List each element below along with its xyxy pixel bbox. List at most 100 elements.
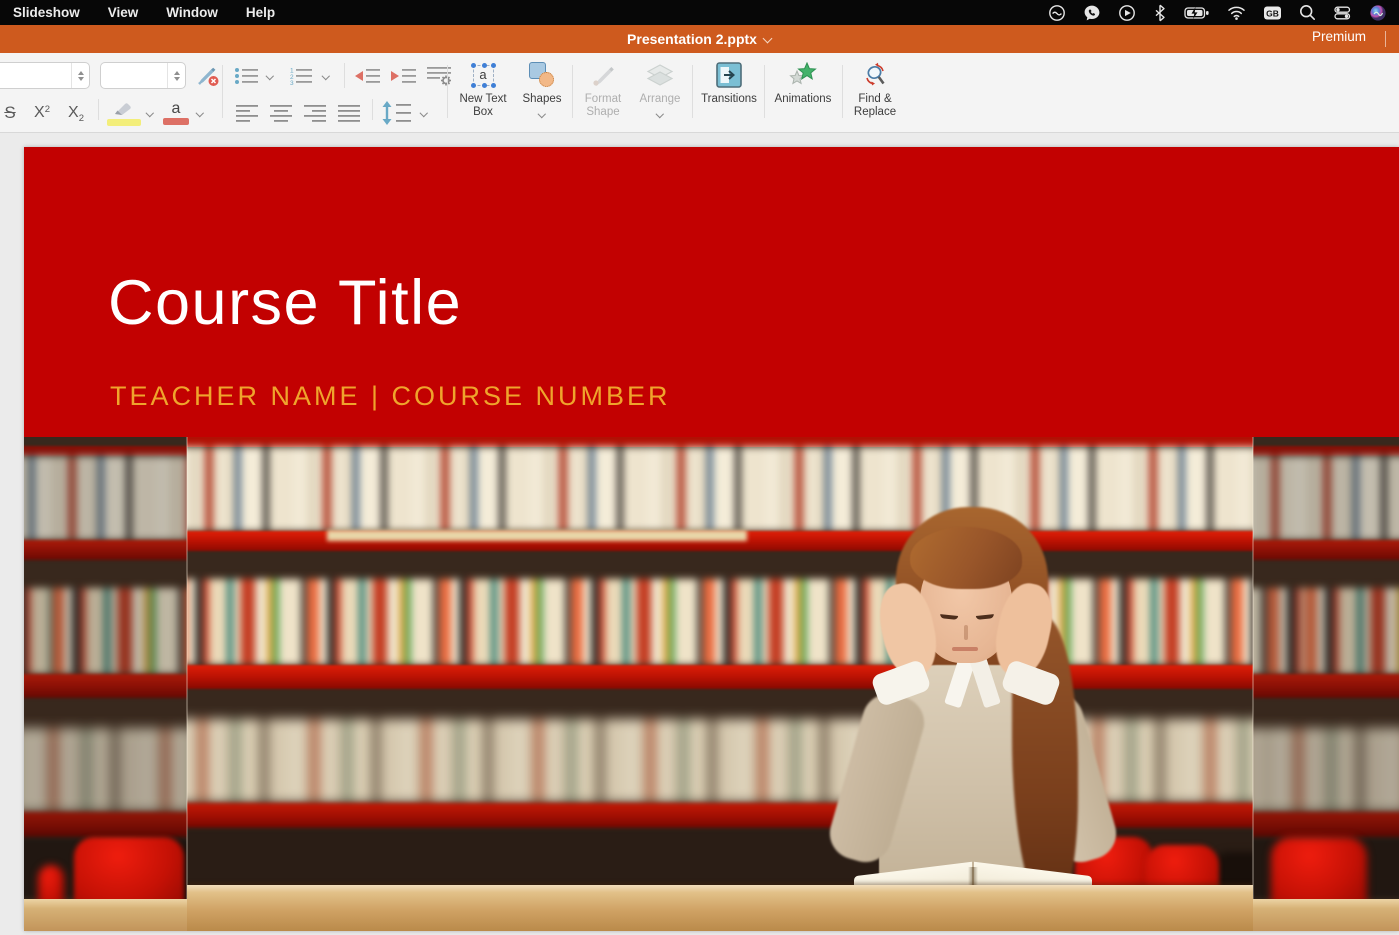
- slide[interactable]: Course Title TEACHER NAME | COURSE NUMBE…: [24, 147, 1399, 931]
- animations-label: Animations: [774, 93, 832, 105]
- line-spacing-dropdown[interactable]: [416, 105, 428, 121]
- paragraph-settings-button[interactable]: [424, 64, 456, 88]
- nose: [964, 625, 968, 640]
- document-title-text: Presentation 2.pptx: [627, 31, 757, 47]
- justify-button[interactable]: [336, 101, 364, 125]
- shapes-icon: [529, 61, 555, 89]
- toolbar-divider: [692, 65, 693, 118]
- menu-slideshow[interactable]: Slideshow: [13, 5, 80, 20]
- photo-right-strip: [1253, 437, 1399, 931]
- menu-bar: Slideshow View Window Help GB: [0, 0, 1399, 25]
- slide-title-textbox[interactable]: Course Title: [108, 267, 462, 339]
- title-bar: Presentation 2.pptx Premium: [0, 25, 1399, 53]
- toolbar-divider: [842, 65, 843, 118]
- titlebar-divider: [1385, 31, 1386, 47]
- increase-indent-button[interactable]: [388, 64, 420, 88]
- photo-seam: [1252, 437, 1254, 931]
- svg-text:GB: GB: [1266, 8, 1279, 18]
- ribbon-toolbar: S X2 X2 a 1 2 3 a New Text Box Shapes Fo…: [0, 53, 1399, 133]
- align-center-button[interactable]: [268, 101, 296, 125]
- menu-view[interactable]: View: [108, 5, 139, 20]
- toolbar-divider: [222, 65, 223, 118]
- toolbar-divider: [98, 99, 99, 120]
- battery-charging-icon[interactable]: [1184, 4, 1210, 22]
- arrange-label: Arrange: [639, 93, 681, 105]
- mouth: [952, 647, 978, 651]
- bluetooth-icon[interactable]: [1153, 4, 1167, 22]
- highlight-color-dropdown[interactable]: [142, 103, 154, 123]
- editing-canvas: Course Title TEACHER NAME | COURSE NUMBE…: [0, 134, 1399, 935]
- desk-wood: [187, 885, 1253, 931]
- creative-cloud-icon[interactable]: [1048, 4, 1066, 22]
- wifi-icon[interactable]: [1227, 4, 1246, 21]
- animations-icon: [788, 61, 818, 89]
- desk-wood: [24, 899, 187, 931]
- photo-main: [187, 437, 1253, 931]
- new-text-box-label: New Text Box: [459, 93, 507, 119]
- toolbar-divider: [344, 63, 345, 88]
- subscript-button[interactable]: X2: [62, 99, 90, 127]
- toolbar-divider: [764, 65, 765, 118]
- numbered-list-dropdown[interactable]: [318, 68, 330, 84]
- decrease-indent-button[interactable]: [352, 64, 384, 88]
- find-replace-label: Find & Replace: [853, 93, 897, 119]
- shapes-button[interactable]: Shapes: [516, 61, 568, 127]
- line-spacing-button[interactable]: [380, 99, 414, 127]
- document-title[interactable]: Presentation 2.pptx: [627, 31, 772, 47]
- slide-subtitle-textbox[interactable]: TEACHER NAME | COURSE NUMBER: [110, 381, 671, 412]
- font-size-stepper[interactable]: [167, 63, 185, 88]
- control-center-icon[interactable]: [1333, 4, 1352, 22]
- app-window: Slideshow View Window Help GB Presentati…: [0, 0, 1399, 935]
- find-replace-button[interactable]: Find & Replace: [846, 61, 904, 127]
- viber-icon[interactable]: [1083, 4, 1101, 22]
- menu-help[interactable]: Help: [246, 5, 275, 20]
- desk-wood: [1253, 899, 1399, 931]
- transitions-button[interactable]: Transitions: [698, 61, 760, 127]
- library-photo[interactable]: [24, 437, 1399, 931]
- bullet-list-dropdown[interactable]: [262, 68, 274, 84]
- chevron-down-icon: [657, 111, 663, 117]
- bullet-list-button[interactable]: [232, 64, 262, 88]
- align-left-button[interactable]: [234, 101, 262, 125]
- media-play-icon[interactable]: [1118, 4, 1136, 22]
- menu-window[interactable]: Window: [166, 5, 218, 20]
- align-right-button[interactable]: [302, 101, 330, 125]
- format-shape-button[interactable]: Format Shape: [576, 61, 630, 127]
- toolbar-divider: [447, 65, 448, 118]
- numbered-list-button[interactable]: 1 2 3: [286, 64, 316, 88]
- font-size-combo[interactable]: [100, 62, 186, 89]
- chevron-down-icon: [539, 111, 545, 117]
- font-color-letter: a: [171, 99, 181, 117]
- photo-seam: [186, 437, 188, 931]
- chevron-down-icon: [764, 33, 772, 41]
- font-color-button[interactable]: a: [160, 97, 192, 129]
- photo-left-strip: [24, 437, 187, 931]
- transitions-icon: [716, 61, 742, 89]
- clear-formatting-button[interactable]: [194, 64, 220, 88]
- toolbar-divider: [572, 65, 573, 118]
- premium-button[interactable]: Premium: [1312, 29, 1366, 44]
- animations-button[interactable]: Animations: [770, 61, 836, 127]
- siri-icon[interactable]: [1369, 4, 1387, 22]
- find-replace-icon: [862, 61, 889, 89]
- svg-text:3: 3: [290, 80, 294, 86]
- spotlight-search-icon[interactable]: [1299, 4, 1316, 21]
- bangs: [910, 527, 1022, 589]
- superscript-button[interactable]: X2: [28, 99, 56, 127]
- app-menus: Slideshow View Window Help: [0, 5, 275, 20]
- strikethrough-label: S: [4, 103, 16, 122]
- toolbar-divider: [372, 99, 373, 120]
- font-name-combo[interactable]: [0, 62, 90, 89]
- highlighter-icon: [115, 102, 131, 115]
- status-icons: GB: [1048, 4, 1399, 22]
- font-name-stepper[interactable]: [71, 63, 89, 88]
- input-source-icon[interactable]: GB: [1263, 4, 1282, 22]
- new-text-box-button[interactable]: a New Text Box: [453, 61, 513, 127]
- strikethrough-button[interactable]: S: [0, 99, 20, 127]
- format-shape-label: Format Shape: [584, 93, 622, 119]
- font-color-dropdown[interactable]: [192, 103, 204, 123]
- title-banner[interactable]: Course Title TEACHER NAME | COURSE NUMBE…: [24, 147, 1399, 437]
- highlight-color-button[interactable]: [106, 97, 142, 129]
- arrange-button[interactable]: Arrange: [634, 61, 686, 127]
- transitions-label: Transitions: [701, 93, 757, 105]
